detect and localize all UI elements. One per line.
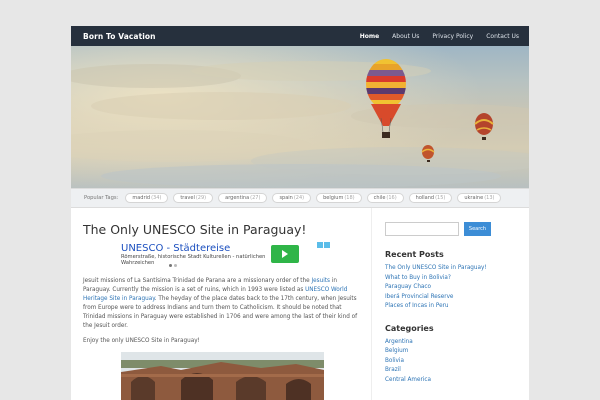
main-column: The Only UNESCO Site in Paraguay! UNESCO… xyxy=(71,208,372,400)
hot-air-balloons-illustration xyxy=(71,46,529,188)
recent-posts-heading: Recent Posts xyxy=(385,250,444,259)
recent-posts-list: The Only UNESCO Site in Paraguay! What t… xyxy=(385,264,517,312)
ad-pagination-dots xyxy=(169,264,177,267)
tag-holland[interactable]: holland(15) xyxy=(408,193,453,203)
ad-choices-icon[interactable] xyxy=(317,242,331,248)
sidebar: Search Recent Posts The Only UNESCO Site… xyxy=(372,208,529,400)
recent-post-link[interactable]: Paraguay Chaco xyxy=(385,283,517,293)
post-paragraph-2: Enjoy the only UNESCO Site in Paraguay! xyxy=(83,338,200,344)
search-form: Search xyxy=(385,222,517,236)
main-menu: Home About Us Privacy Policy Contact Us xyxy=(360,33,519,40)
categories-list: Argentina Belgium Bolivia Brazil Central… xyxy=(385,338,517,386)
search-button[interactable]: Search xyxy=(464,222,491,236)
nav-about-us[interactable]: About Us xyxy=(392,33,419,40)
post-paragraph-1: Jesuit missions of La Santísima Trinidad… xyxy=(83,278,358,329)
page-container: Born To Vacation Home About Us Privacy P… xyxy=(71,26,529,400)
top-navbar: Born To Vacation Home About Us Privacy P… xyxy=(71,26,529,46)
advertisement-banner[interactable]: UNESCO - Städtereise Römerstraße, histor… xyxy=(121,242,330,267)
tag-spain[interactable]: spain(24) xyxy=(272,193,312,203)
popular-tags-bar: Popular Tags: madrid(34) travel(29) arge… xyxy=(71,188,529,208)
tag-argentina[interactable]: argentina(27) xyxy=(218,193,268,203)
recent-post-link[interactable]: What to Buy in Bolivia? xyxy=(385,274,517,284)
post-title[interactable]: The Only UNESCO Site in Paraguay! xyxy=(83,222,359,237)
ad-arrow-button[interactable] xyxy=(271,245,299,263)
recent-post-link[interactable]: Places of Incas in Peru xyxy=(385,302,517,312)
category-link[interactable]: Brazil xyxy=(385,366,517,376)
link-jesuits[interactable]: Jesuits xyxy=(311,278,330,284)
nav-contact-us[interactable]: Contact Us xyxy=(486,33,519,40)
nav-home[interactable]: Home xyxy=(360,33,379,40)
tag-belgium[interactable]: belgium(18) xyxy=(316,193,362,203)
category-link[interactable]: Belgium xyxy=(385,347,517,357)
category-link[interactable]: Bolivia xyxy=(385,357,517,367)
content-area: The Only UNESCO Site in Paraguay! UNESCO… xyxy=(71,208,529,400)
recent-post-link[interactable]: Iberá Provincial Reserve xyxy=(385,293,517,303)
search-input[interactable] xyxy=(385,222,459,236)
tag-ukraine[interactable]: ukraine(13) xyxy=(457,193,502,203)
site-title[interactable]: Born To Vacation xyxy=(83,32,156,41)
categories-heading: Categories xyxy=(385,323,434,333)
nav-privacy-policy[interactable]: Privacy Policy xyxy=(432,33,473,40)
tag-madrid[interactable]: madrid(34) xyxy=(125,193,169,203)
category-link[interactable]: Central America xyxy=(385,376,517,386)
recent-post-link[interactable]: The Only UNESCO Site in Paraguay! xyxy=(385,264,517,274)
tag-travel[interactable]: travel(29) xyxy=(173,193,214,203)
ruins-photo xyxy=(121,352,324,400)
popular-tags-label: Popular Tags: xyxy=(84,195,119,201)
post-image-ruins xyxy=(121,352,324,400)
ad-subtitle: Römerstraße, historische Stadt Kulturell… xyxy=(121,254,266,265)
category-link[interactable]: Argentina xyxy=(385,338,517,348)
hero-banner-image xyxy=(71,46,529,188)
tag-chile[interactable]: chile(16) xyxy=(366,193,404,203)
